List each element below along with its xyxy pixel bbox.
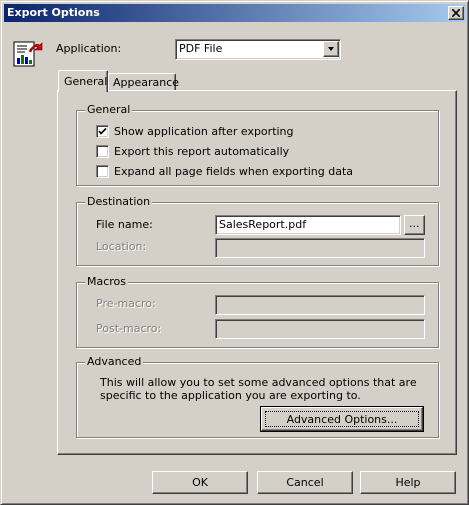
title-bar[interactable]: Export Options [4, 4, 466, 22]
window-title: Export Options [7, 6, 100, 19]
file-name-label: File name: [96, 218, 153, 231]
tab-appearance[interactable]: Appearance [108, 73, 180, 91]
browse-button-label: ... [409, 217, 420, 230]
export-automatically-label[interactable]: Export this report automatically [114, 145, 289, 158]
post-macro-label: Post-macro: [96, 322, 162, 335]
application-label: Application: [56, 42, 122, 55]
export-report-icon [13, 39, 43, 69]
application-select[interactable]: PDF File [175, 39, 341, 60]
close-button[interactable] [448, 6, 464, 20]
file-name-value: SalesReport.pdf [219, 218, 307, 231]
export-options-dialog: Export Options Application: PDF File Gen… [0, 0, 469, 505]
expand-page-fields-checkbox[interactable] [96, 165, 109, 178]
advanced-group-title: Advanced [85, 355, 144, 368]
application-selected-value: PDF File [179, 42, 223, 55]
help-button-label: Help [395, 476, 421, 489]
tab-appearance-label: Appearance [113, 76, 180, 89]
tab-general[interactable]: General [58, 70, 108, 92]
tab-general-label: General [64, 75, 108, 88]
advanced-options-button[interactable]: Advanced Options... [260, 406, 424, 432]
show-application-checkbox[interactable] [96, 125, 109, 138]
help-button[interactable]: Help [360, 471, 456, 494]
export-automatically-checkbox[interactable] [96, 145, 109, 158]
close-icon [452, 9, 460, 17]
location-field[interactable] [215, 238, 425, 258]
ok-button[interactable]: OK [152, 471, 248, 494]
checkmark-icon [98, 127, 107, 135]
ok-button-label: OK [192, 476, 208, 489]
post-macro-field[interactable] [215, 319, 425, 339]
general-group-title: General [85, 103, 133, 116]
pre-macro-label: Pre-macro: [96, 297, 156, 310]
cancel-button-label: Cancel [286, 476, 324, 489]
advanced-description: This will allow you to set some advanced… [100, 376, 417, 402]
chevron-down-icon [328, 47, 334, 51]
expand-page-fields-label[interactable]: Expand all page fields when exporting da… [114, 165, 353, 178]
advanced-options-label: Advanced Options... [286, 413, 398, 426]
browse-button[interactable]: ... [404, 215, 425, 235]
file-name-field[interactable]: SalesReport.pdf [215, 215, 401, 235]
macros-group-title: Macros [85, 275, 129, 288]
destination-group-title: Destination [85, 195, 153, 208]
cancel-button[interactable]: Cancel [257, 471, 353, 494]
location-label: Location: [96, 240, 147, 253]
dropdown-button[interactable] [323, 41, 339, 57]
show-application-label[interactable]: Show application after exporting [114, 125, 294, 138]
pre-macro-field[interactable] [215, 295, 425, 315]
